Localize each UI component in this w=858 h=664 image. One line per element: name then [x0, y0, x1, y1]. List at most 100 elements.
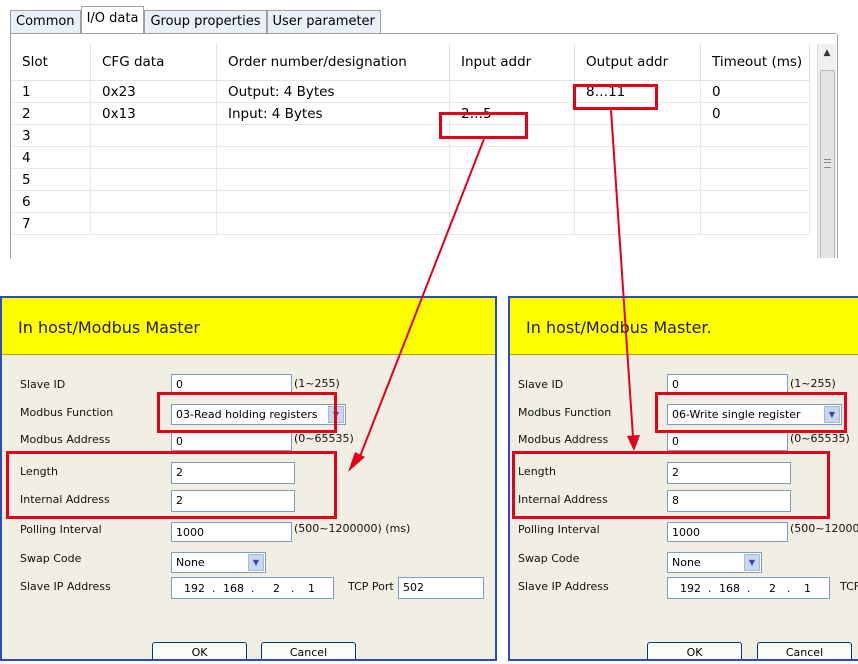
ip-octet-1[interactable]: 192 [184, 582, 205, 595]
vertical-scrollbar[interactable]: ▲ [817, 44, 836, 258]
io-table: Slot CFG data Order number/designation I… [11, 44, 810, 235]
chevron-down-icon[interactable]: ▼ [248, 554, 264, 571]
cell-input-addr[interactable] [449, 80, 575, 103]
cell-order-number[interactable]: Input: 4 Bytes [216, 102, 450, 125]
cell-timeout[interactable] [700, 212, 810, 235]
cell-cfg-data[interactable] [90, 124, 217, 147]
tcp-port-field[interactable]: 502 [398, 577, 484, 599]
cell-slot[interactable]: 3 [11, 124, 91, 147]
cell-timeout[interactable] [700, 168, 810, 191]
column-header-input-addr[interactable]: Input addr [449, 44, 575, 81]
slave-id-field[interactable]: 0 [171, 374, 292, 394]
cell-input-addr[interactable] [449, 190, 575, 213]
cell-input-addr[interactable] [449, 146, 575, 169]
slave-id-field[interactable]: 0 [667, 374, 788, 394]
cell-output-addr[interactable] [574, 168, 701, 191]
cell-order-number[interactable]: Output: 4 Bytes [216, 80, 450, 103]
cell-cfg-data[interactable] [90, 146, 217, 169]
cell-input-addr[interactable] [449, 168, 575, 191]
cell-timeout[interactable] [700, 124, 810, 147]
cell-output-addr[interactable] [574, 146, 701, 169]
column-header-order-number[interactable]: Order number/designation [216, 44, 450, 81]
modbus-function-highlight-left [157, 392, 337, 433]
cell-cfg-data[interactable]: 0x23 [90, 80, 217, 103]
table-row[interactable]: 4 [11, 146, 810, 169]
swap-code-select[interactable]: None ▼ [171, 552, 266, 573]
cell-order-number[interactable] [216, 146, 450, 169]
cell-order-number[interactable] [216, 168, 450, 191]
ip-octet-3[interactable]: 2 [273, 582, 280, 595]
cell-cfg-data[interactable] [90, 168, 217, 191]
table-header-row: Slot CFG data Order number/designation I… [11, 44, 810, 81]
table-row[interactable]: 3 [11, 124, 810, 147]
cell-output-addr[interactable] [574, 212, 701, 235]
ip-octet-3[interactable]: 2 [769, 582, 776, 595]
cancel-button[interactable]: Cancel [261, 642, 356, 659]
table-row[interactable]: 7 [11, 212, 810, 235]
chevron-down-icon[interactable]: ▼ [744, 554, 760, 571]
column-header-output-addr[interactable]: Output addr [574, 44, 701, 81]
column-header-cfg-data[interactable]: CFG data [90, 44, 217, 81]
cell-cfg-data[interactable]: 0x13 [90, 102, 217, 125]
cell-slot[interactable]: 6 [11, 190, 91, 213]
cancel-button[interactable]: Cancel [757, 642, 852, 659]
column-header-timeout[interactable]: Timeout (ms) [700, 44, 810, 81]
cell-timeout[interactable]: 0 [700, 80, 810, 103]
slave-id-range: (1~255) [790, 377, 836, 390]
slave-ip-field[interactable]: 192 . 168 . 2 . 1 [171, 577, 334, 599]
cell-order-number[interactable] [216, 212, 450, 235]
cell-slot[interactable]: 5 [11, 168, 91, 191]
polling-interval-field[interactable]: 1000 [667, 522, 788, 542]
tab-group-properties[interactable]: Group properties [144, 10, 267, 33]
ip-dot: . [251, 582, 255, 595]
ok-button[interactable]: OK [152, 642, 247, 659]
table-row[interactable]: 5 [11, 168, 810, 191]
cell-timeout[interactable] [700, 146, 810, 169]
cell-slot[interactable]: 7 [11, 212, 91, 235]
label-polling-interval: Polling Interval [20, 523, 102, 536]
cell-output-addr[interactable] [574, 190, 701, 213]
column-header-slot[interactable]: Slot [11, 44, 91, 81]
label-swap-code: Swap Code [518, 552, 580, 565]
label-modbus-address: Modbus Address [20, 433, 111, 446]
polling-interval-range: (500~12000 [790, 522, 858, 535]
cell-input-addr[interactable] [449, 212, 575, 235]
tab-user-parameter[interactable]: User parameter [266, 10, 381, 33]
table-row[interactable]: 2 0x13 Input: 4 Bytes 2…5 0 [11, 102, 810, 125]
modbus-address-field[interactable]: 0 [171, 431, 292, 451]
cell-slot[interactable]: 2 [11, 102, 91, 125]
cell-output-addr[interactable] [574, 124, 701, 147]
cell-order-number[interactable] [216, 124, 450, 147]
swap-code-select[interactable]: None ▼ [667, 552, 762, 573]
label-swap-code: Swap Code [20, 552, 82, 565]
ip-octet-4[interactable]: 1 [308, 582, 315, 595]
cell-timeout[interactable]: 0 [700, 102, 810, 125]
cell-slot[interactable]: 1 [11, 80, 91, 103]
modbus-address-field[interactable]: 0 [667, 431, 788, 451]
length-address-highlight-right [512, 451, 830, 519]
scroll-thumb[interactable] [820, 70, 835, 258]
scroll-up-icon[interactable]: ▲ [818, 48, 836, 58]
ip-dot: . [291, 582, 295, 595]
ip-octet-2[interactable]: 168 [223, 582, 244, 595]
cell-cfg-data[interactable] [90, 212, 217, 235]
ip-octet-1[interactable]: 192 [680, 582, 701, 595]
cell-order-number[interactable] [216, 190, 450, 213]
ip-dot: . [708, 582, 712, 595]
polling-interval-field[interactable]: 1000 [171, 522, 292, 542]
ip-octet-4[interactable]: 1 [804, 582, 811, 595]
output-addr-highlight [573, 84, 658, 110]
io-data-window: Common I/O data Group properties User pa… [10, 0, 838, 258]
ip-octet-2[interactable]: 168 [719, 582, 740, 595]
cell-slot[interactable]: 4 [11, 146, 91, 169]
slave-ip-field[interactable]: 192 . 168 . 2 . 1 [667, 577, 830, 599]
tab-common[interactable]: Common [10, 10, 81, 33]
table-row[interactable]: 1 0x23 Output: 4 Bytes 8…11 0 [11, 80, 810, 103]
cell-timeout[interactable] [700, 190, 810, 213]
ok-button[interactable]: OK [647, 642, 742, 659]
modbus-address-range: (0~65535) [790, 432, 850, 445]
tab-io-data[interactable]: I/O data [80, 6, 145, 33]
cell-cfg-data[interactable] [90, 190, 217, 213]
table-row[interactable]: 6 [11, 190, 810, 213]
label-tcp-port: TCP Port [348, 580, 394, 593]
